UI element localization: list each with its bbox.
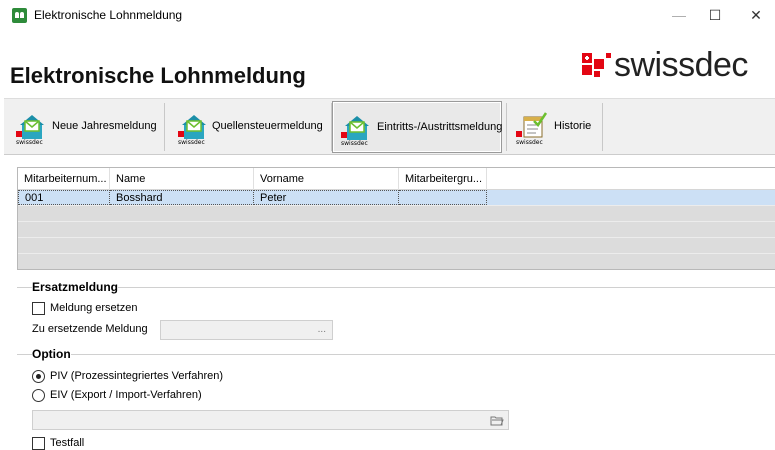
page-title: Elektronische Lohnmeldung	[10, 63, 306, 88]
header: Elektronische Lohnmeldung swissdec	[0, 30, 775, 98]
option-group: Option PIV (Prozessintegriertes Verfahre…	[17, 347, 775, 450]
envelope-house-icon: swissdec	[341, 116, 369, 146]
quellensteuermeldung-button[interactable]: swissdec Quellensteuermeldung	[170, 101, 328, 153]
toolbar-label: Eintritts-/Austrittsmeldung	[377, 121, 503, 133]
minimize-button[interactable]: —	[664, 4, 694, 26]
swissdec-badge: swissdec	[178, 139, 205, 145]
column-header-vorname[interactable]: Vorname	[254, 168, 399, 190]
group-border	[17, 287, 775, 288]
ersatzmeldung-group: Ersatzmeldung Meldung ersetzen Zu ersetz…	[17, 280, 775, 345]
zu-ersetzende-meldung-label: Zu ersetzende Meldung	[32, 323, 148, 335]
folder-open-icon[interactable]	[490, 413, 504, 427]
cell-vorname: Peter	[254, 190, 399, 205]
eiv-radio[interactable]	[32, 389, 45, 402]
piv-radio[interactable]	[32, 370, 45, 383]
swissdec-logo: swissdec	[580, 46, 765, 88]
column-header-name[interactable]: Name	[110, 168, 254, 190]
table-row[interactable]: 001 Bosshard Peter	[18, 190, 775, 206]
swissdec-badge: swissdec	[341, 140, 368, 146]
grid-header: Mitarbeiternum... Name Vorname Mitarbeit…	[18, 168, 775, 190]
browse-dots-button[interactable]: ...	[318, 324, 326, 335]
empty-row	[18, 206, 775, 222]
eintritts-austrittsmeldung-button[interactable]: swissdec Eintritts-/Austrittsmeldung	[332, 101, 502, 153]
empty-row	[18, 254, 775, 269]
cell-name: Bosshard	[110, 190, 254, 205]
cell-mitarbeitergruppe	[399, 190, 487, 205]
envelope-house-icon: swissdec	[178, 115, 206, 145]
group-title-ersatzmeldung: Ersatzmeldung	[32, 280, 119, 294]
meldung-ersetzen-checkbox[interactable]	[32, 302, 45, 315]
testfall-checkbox[interactable]	[32, 437, 45, 450]
empty-row	[18, 222, 775, 238]
cell-mitarbeiternummer: 001	[18, 190, 110, 205]
toolbar-separator	[164, 103, 165, 151]
app-icon	[12, 8, 27, 23]
piv-label: PIV (Prozessintegriertes Verfahren)	[50, 370, 224, 382]
swissdec-badge: swissdec	[516, 139, 543, 145]
toolbar-separator	[506, 103, 507, 151]
maximize-button[interactable]: ☐	[700, 4, 730, 26]
toolbar: swissdec Neue Jahresmeldung swissdec Que…	[4, 98, 775, 155]
eiv-label: EIV (Export / Import-Verfahren)	[50, 389, 202, 401]
swissdec-logo-icon	[582, 53, 611, 77]
neue-jahresmeldung-button[interactable]: swissdec Neue Jahresmeldung	[8, 101, 158, 153]
meldung-ersetzen-label: Meldung ersetzen	[50, 302, 138, 314]
zu-ersetzende-meldung-field[interactable]: ...	[160, 320, 333, 340]
group-border	[17, 354, 775, 355]
testfall-label: Testfall	[50, 437, 85, 449]
swissdec-logo-text: swissdec	[614, 46, 748, 84]
checklist-icon: swissdec	[516, 112, 548, 145]
window-title: Elektronische Lohnmeldung	[34, 8, 183, 22]
empty-row	[18, 238, 775, 254]
envelope-house-icon: swissdec	[16, 115, 44, 145]
column-header-mitarbeitergruppe[interactable]: Mitarbeitergru...	[399, 168, 487, 190]
historie-button[interactable]: swissdec Historie	[508, 101, 600, 153]
column-header-mitarbeiternummer[interactable]: Mitarbeiternum...	[18, 168, 110, 190]
close-button[interactable]: ✕	[741, 4, 771, 26]
employee-grid[interactable]: Mitarbeiternum... Name Vorname Mitarbeit…	[17, 167, 775, 270]
eiv-path-field[interactable]	[32, 410, 509, 430]
swissdec-badge: swissdec	[16, 139, 43, 145]
toolbar-separator	[602, 103, 603, 151]
toolbar-label: Historie	[554, 120, 592, 132]
group-title-option: Option	[32, 347, 71, 361]
title-bar: Elektronische Lohnmeldung — ☐ ✕	[0, 0, 775, 30]
toolbar-label: Quellensteuermeldung	[212, 120, 323, 132]
toolbar-label: Neue Jahresmeldung	[52, 120, 157, 132]
